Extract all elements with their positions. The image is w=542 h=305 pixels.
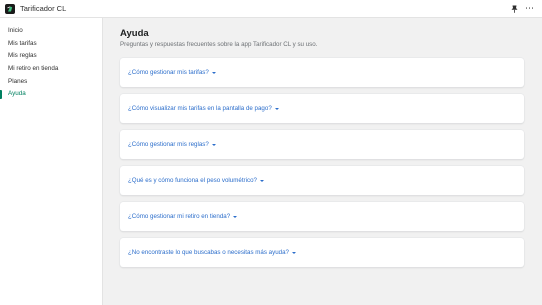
- faq-card: ¿Cómo visualizar mis tarifas en la panta…: [120, 94, 524, 123]
- faq-card: ¿Cómo gestionar mis tarifas?: [120, 58, 524, 87]
- faq-card: ¿No encontraste lo que buscabas o necesi…: [120, 238, 524, 267]
- faq-question: ¿Cómo gestionar mis reglas?: [128, 141, 209, 148]
- faq-question: ¿Cómo gestionar mi retiro en tienda?: [128, 213, 231, 220]
- page-title: Ayuda: [120, 28, 149, 39]
- sidebar-item-inicio[interactable]: Inicio: [0, 25, 102, 38]
- caret-down-icon: [211, 144, 216, 146]
- faq-toggle[interactable]: ¿Cómo visualizar mis tarifas en la panta…: [128, 105, 279, 112]
- faq-card: ¿Cómo gestionar mis reglas?: [120, 130, 524, 159]
- pin-icon[interactable]: [511, 5, 518, 13]
- more-icon[interactable]: ⋯: [525, 4, 534, 13]
- faq-list: ¿Cómo gestionar mis tarifas? ¿Cómo visua…: [120, 58, 524, 274]
- caret-down-icon: [211, 72, 216, 74]
- sidebar-item-mis-tarifas[interactable]: Mis tarifas: [0, 38, 102, 51]
- faq-toggle[interactable]: ¿Qué es y cómo funciona el peso volumétr…: [128, 177, 264, 184]
- page-subtitle: Preguntas y respuestas frecuentes sobre …: [120, 41, 318, 48]
- sidebar: Inicio Mis tarifas Mis reglas Mi retiro …: [0, 18, 103, 305]
- sidebar-item-mi-retiro-en-tienda[interactable]: Mi retiro en tienda: [0, 63, 102, 76]
- faq-question: ¿Cómo visualizar mis tarifas en la panta…: [128, 105, 272, 112]
- app-logo-icon: [5, 3, 15, 14]
- sidebar-item-mis-reglas[interactable]: Mis reglas: [0, 50, 102, 63]
- sidebar-item-ayuda[interactable]: Ayuda: [0, 88, 102, 101]
- faq-question: ¿No encontraste lo que buscabas o necesi…: [128, 249, 289, 256]
- faq-toggle[interactable]: ¿Cómo gestionar mis reglas?: [128, 141, 216, 148]
- faq-toggle[interactable]: ¿Cómo gestionar mi retiro en tienda?: [128, 213, 238, 220]
- faq-card: ¿Cómo gestionar mi retiro en tienda?: [120, 202, 524, 231]
- main-content: Ayuda Preguntas y respuestas frecuentes …: [103, 18, 542, 305]
- faq-question: ¿Qué es y cómo funciona el peso volumétr…: [128, 177, 257, 184]
- app-title: Tarificador CL: [20, 4, 67, 13]
- caret-down-icon: [259, 180, 264, 182]
- caret-down-icon: [233, 216, 238, 218]
- header-actions: ⋯: [511, 4, 534, 13]
- faq-card: ¿Qué es y cómo funciona el peso volumétr…: [120, 166, 524, 195]
- caret-down-icon: [274, 108, 279, 110]
- sidebar-item-planes[interactable]: Planes: [0, 76, 102, 89]
- faq-toggle[interactable]: ¿No encontraste lo que buscabas o necesi…: [128, 249, 296, 256]
- faq-toggle[interactable]: ¿Cómo gestionar mis tarifas?: [128, 69, 216, 76]
- faq-question: ¿Cómo gestionar mis tarifas?: [128, 69, 209, 76]
- app-header: Tarificador CL ⋯: [0, 0, 542, 18]
- sidebar-nav: Inicio Mis tarifas Mis reglas Mi retiro …: [0, 18, 102, 101]
- caret-down-icon: [291, 252, 296, 254]
